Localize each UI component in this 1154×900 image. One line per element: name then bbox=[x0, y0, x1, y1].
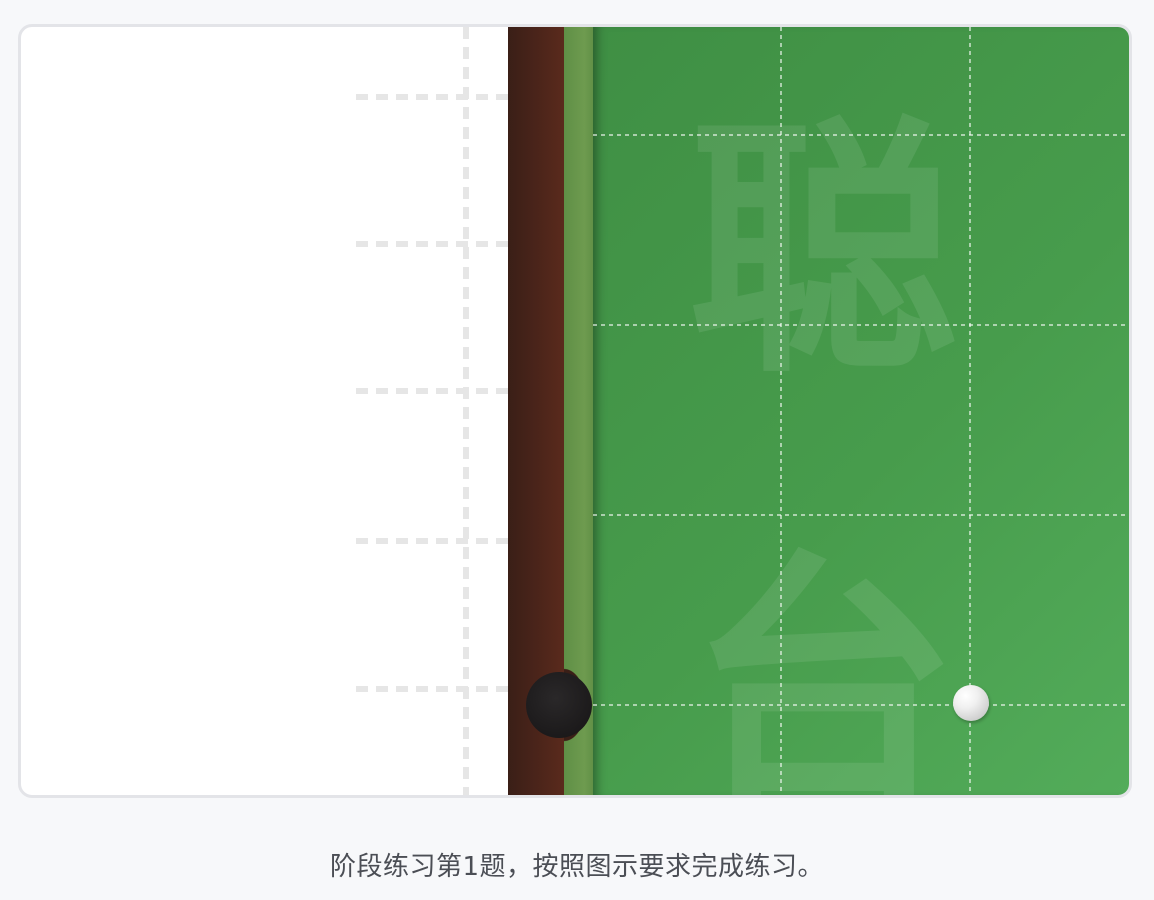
left-guide-grid bbox=[356, 27, 511, 795]
exercise-canvas: 聪 台 bbox=[18, 24, 1132, 798]
table-pocket bbox=[526, 672, 592, 738]
cue-ball[interactable] bbox=[953, 685, 989, 721]
exercise-caption: 阶段练习第1题，按照图示要求完成练习。 bbox=[329, 852, 825, 882]
table-felt: 聪 台 bbox=[593, 27, 1129, 795]
felt-grid bbox=[593, 27, 1129, 795]
